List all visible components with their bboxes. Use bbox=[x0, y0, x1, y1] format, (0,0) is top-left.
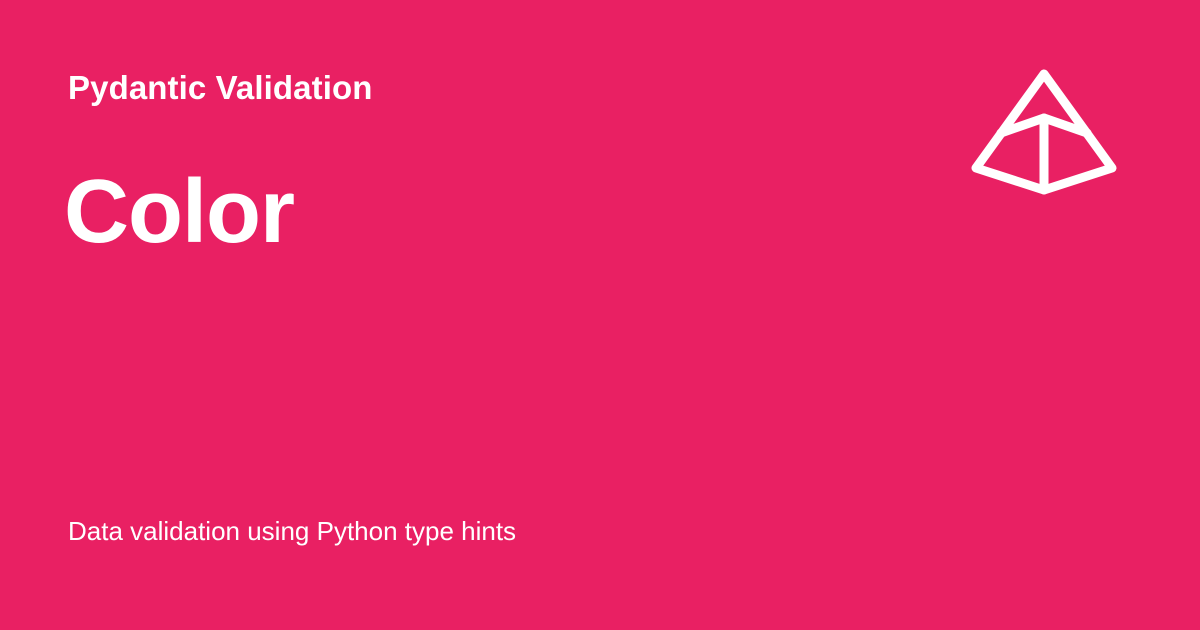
site-name: Pydantic Validation bbox=[68, 69, 373, 106]
social-card: Pydantic Validation Color Data validatio… bbox=[0, 0, 1200, 630]
page-title: Color bbox=[64, 162, 295, 262]
pydantic-logo-icon bbox=[962, 62, 1126, 202]
page-description: Data validation using Python type hints bbox=[68, 516, 517, 546]
